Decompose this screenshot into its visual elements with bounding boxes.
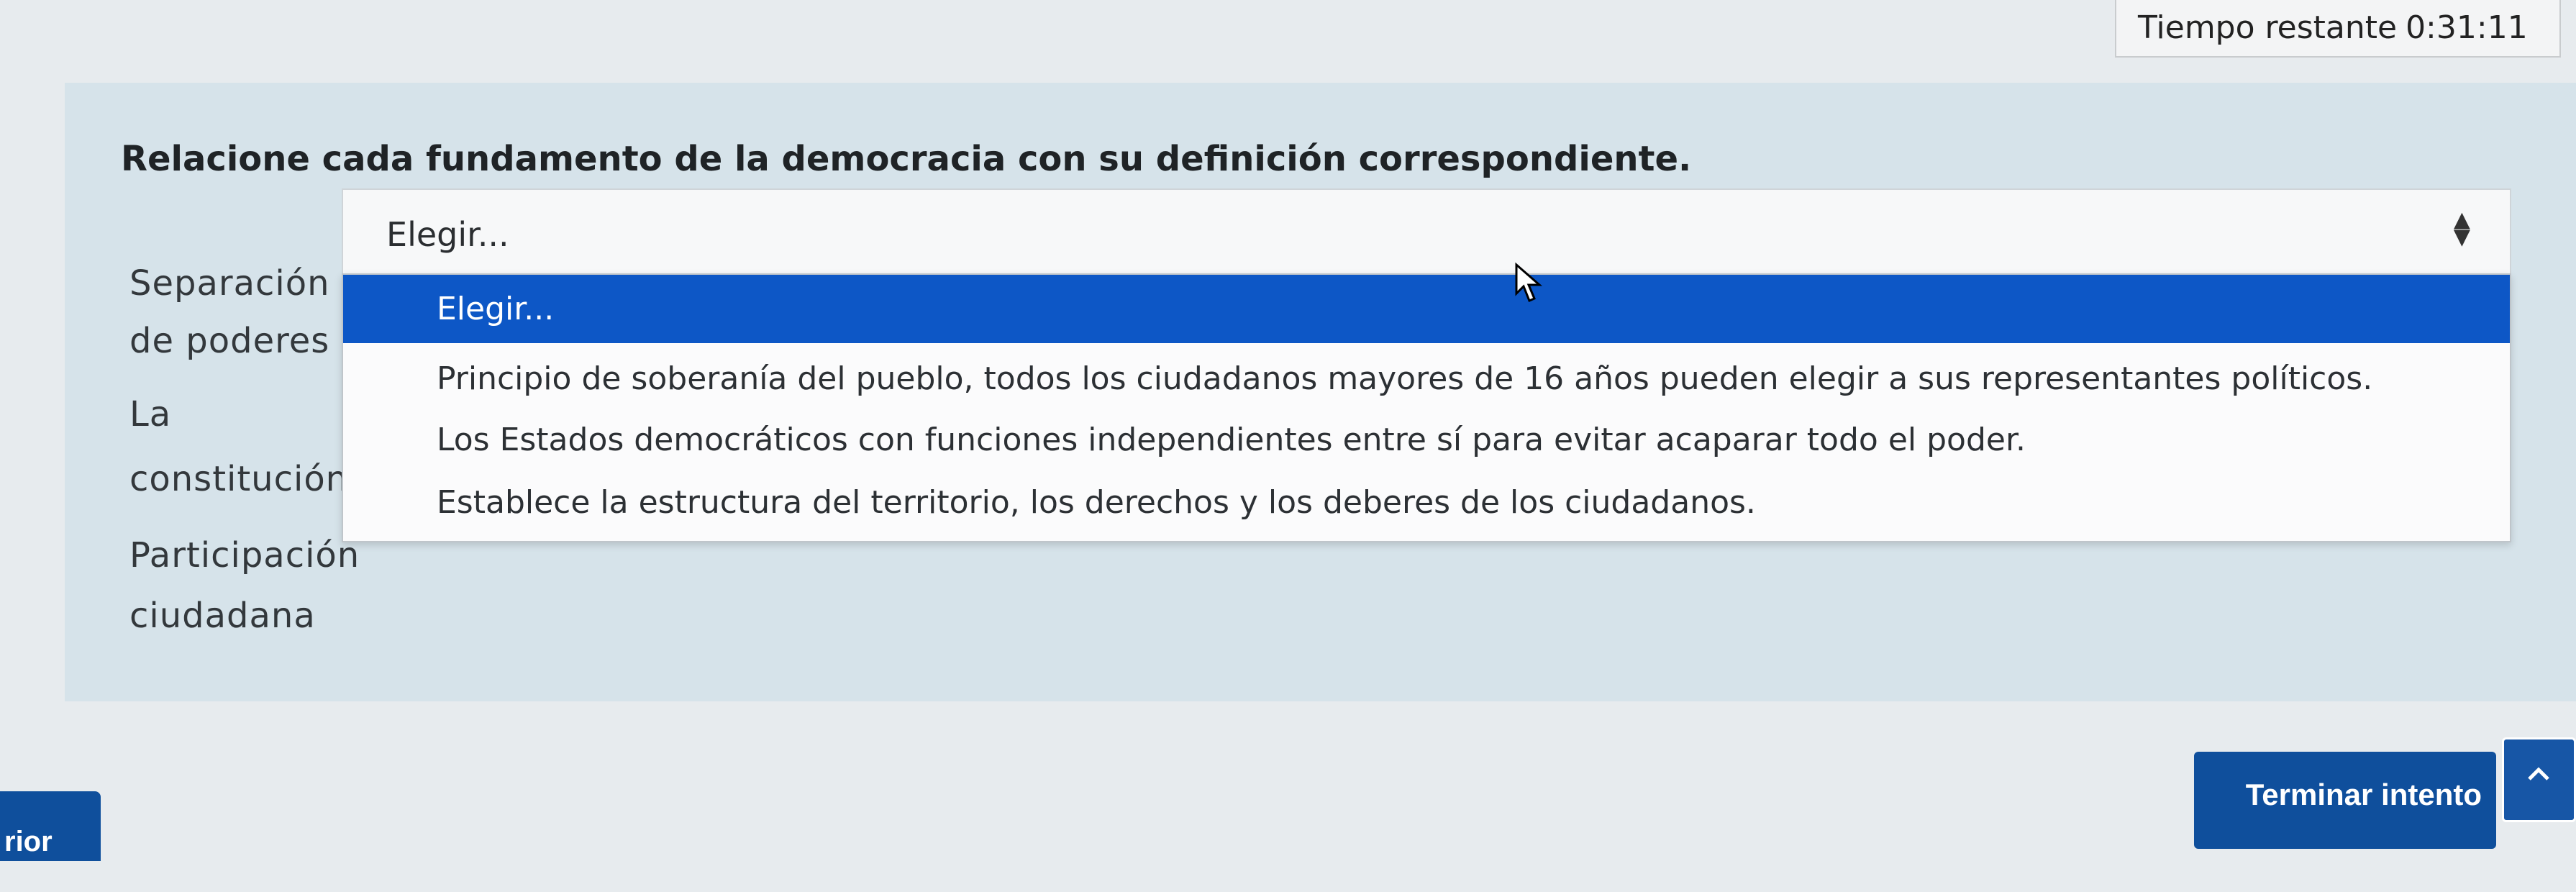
dropdown-option[interactable]: Los Estados democráticos con funciones i… <box>343 408 2510 473</box>
dropdown-option[interactable]: Principio de soberanía del pueblo, todos… <box>343 347 2510 411</box>
answer-select[interactable]: Elegir... ▲ ▼ <box>342 188 2511 275</box>
scroll-top-button[interactable] <box>2502 737 2576 822</box>
dropdown-option[interactable]: Establece la estructura del territorio, … <box>343 470 2510 535</box>
question-text: Relacione cada fundamento de la democrac… <box>121 139 1692 179</box>
finish-attempt-button[interactable]: Terminar intento <box>2194 752 2496 849</box>
item-label-line1: Participación <box>129 535 360 575</box>
timer-box: Tiempo restante 0:31:11 <box>2115 0 2561 58</box>
item-label-line2: ciudadana <box>129 596 316 636</box>
item-label-line1: La <box>129 394 172 434</box>
chevron-up-icon <box>2528 767 2549 780</box>
timer-value: 0:31:11 <box>2406 9 2528 46</box>
select-dropdown-list: Elegir... Principio de soberanía del pue… <box>342 273 2511 542</box>
mouse-cursor-icon <box>1515 262 1542 302</box>
select-value: Elegir... <box>386 215 509 254</box>
dropdown-option-selected[interactable]: Elegir... <box>343 275 2510 343</box>
item-label-line1: Separación <box>129 263 330 304</box>
select-arrows-icon: ▲ ▼ <box>2453 207 2470 250</box>
item-label-line2: constitución <box>129 459 349 499</box>
item-label-line2: de poderes <box>129 321 330 361</box>
previous-page-button[interactable]: rior <box>0 791 101 861</box>
timer-label: Tiempo restante <box>2138 9 2398 46</box>
